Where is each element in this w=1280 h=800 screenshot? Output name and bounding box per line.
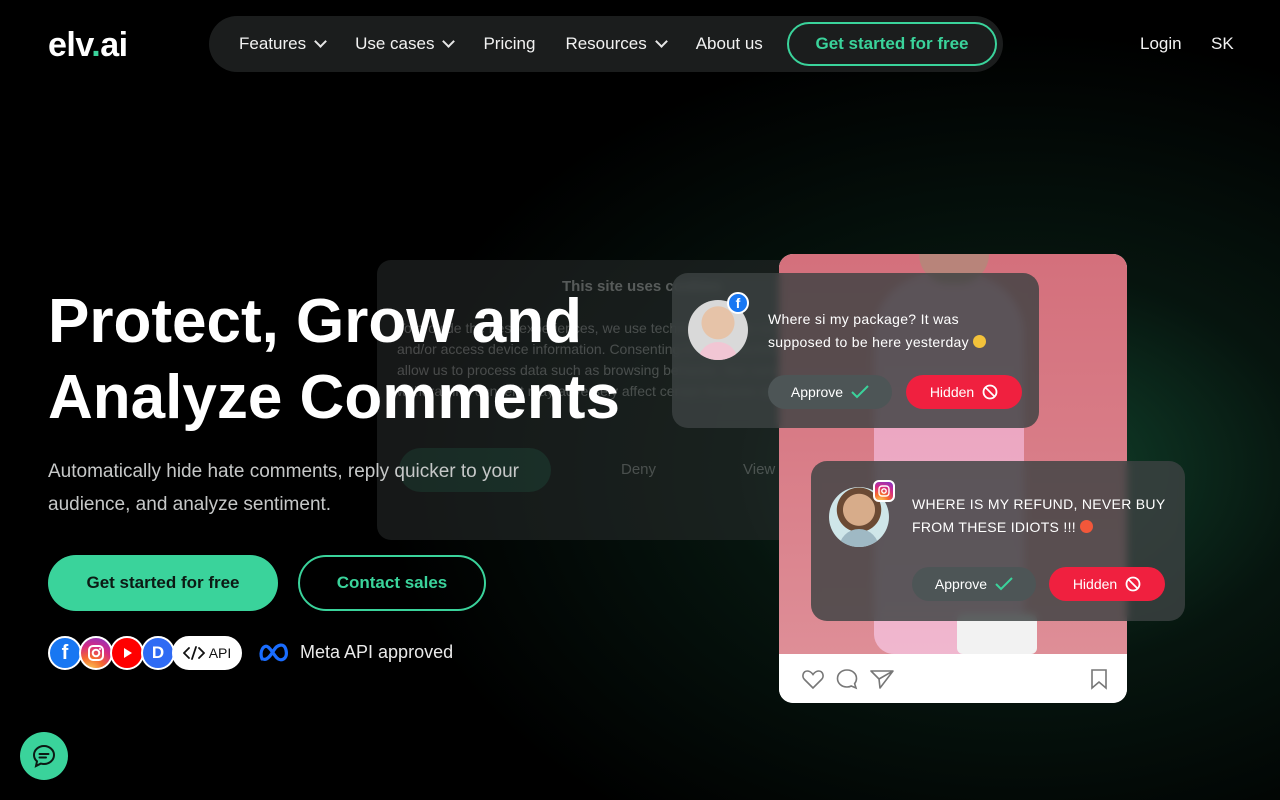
logo-text-suffix: ai: [100, 26, 128, 64]
nav-get-started-button[interactable]: Get started for free: [787, 22, 997, 66]
comment-icon[interactable]: [835, 668, 859, 690]
nav-label: Resources: [565, 34, 647, 53]
emoji-icon: [972, 335, 986, 348]
approve-label: Approve: [934, 576, 988, 592]
logo-dot: .: [91, 26, 101, 64]
nav-item-about-us[interactable]: About us: [696, 34, 763, 54]
nav-item-pricing[interactable]: Pricing: [483, 34, 535, 54]
instagram-icon: [79, 636, 113, 670]
hero-title-line2: Analyze Comments: [48, 363, 620, 432]
meta-approved-label: Meta API approved: [300, 641, 454, 662]
comment-text-content: Where si my package? It was supposed to …: [768, 311, 969, 350]
chat-widget-button[interactable]: [20, 732, 68, 780]
language-switch[interactable]: SK: [1211, 34, 1234, 54]
discord-icon: D: [141, 636, 175, 670]
hidden-label: Hidden: [929, 384, 975, 400]
approve-button[interactable]: Approve: [912, 567, 1036, 601]
facebook-icon: f: [48, 636, 82, 670]
comment-text: Where si my package? It was supposed to …: [768, 308, 1018, 354]
contact-sales-button[interactable]: Contact sales: [298, 555, 486, 611]
block-icon: [1125, 576, 1141, 592]
nav-item-features[interactable]: Features: [239, 34, 327, 54]
hero-title-line1: Protect, Grow and: [48, 287, 582, 356]
block-icon: [982, 384, 998, 400]
hero-subtitle: Automatically hide hate comments, reply …: [48, 461, 519, 515]
angry-emoji-icon: [1079, 520, 1093, 533]
comment-card: f Where si my package? It was supposed t…: [672, 273, 1039, 428]
facebook-icon: f: [727, 292, 749, 314]
hero-title: Protect, Grow and Analyze Comments: [48, 284, 688, 436]
nav-item-resources[interactable]: Resources: [565, 34, 668, 54]
chat-icon: [32, 744, 56, 768]
login-link[interactable]: Login: [1140, 34, 1182, 54]
check-icon: [851, 385, 869, 399]
hidden-button[interactable]: Hidden: [1049, 567, 1165, 601]
api-label: API: [208, 645, 232, 661]
nav-label: About us: [695, 34, 763, 53]
nav-label: Use cases: [355, 34, 435, 53]
approve-label: Approve: [790, 384, 844, 400]
meta-approved: Meta API approved: [258, 641, 453, 663]
instagram-icon: [873, 480, 895, 502]
heart-icon[interactable]: [801, 668, 825, 690]
check-icon: [995, 577, 1013, 591]
nav-label: Pricing: [483, 34, 536, 53]
comment-text-content: WHERE IS MY REFUND, NEVER BUY FROM THESE…: [912, 496, 1166, 535]
meta-logo-icon: [259, 643, 288, 662]
nav-label: Features: [239, 34, 307, 53]
platform-icons: f D API: [48, 636, 242, 670]
chevron-down-icon: [654, 35, 668, 48]
hidden-label: Hidden: [1072, 576, 1118, 592]
comment-text: WHERE IS MY REFUND, NEVER BUY FROM THESE…: [912, 493, 1172, 539]
approve-button[interactable]: Approve: [768, 375, 892, 409]
get-started-button[interactable]: Get started for free: [48, 555, 278, 611]
bookmark-icon[interactable]: [1089, 668, 1109, 690]
nav-item-use-cases[interactable]: Use cases: [355, 34, 456, 54]
api-badge: API: [172, 636, 242, 670]
post-action-bar: [779, 654, 1127, 703]
cookie-deny-button[interactable]: Deny: [621, 461, 656, 478]
logo-text: elv: [48, 26, 92, 64]
comment-card: WHERE IS MY REFUND, NEVER BUY FROM THESE…: [811, 461, 1185, 621]
youtube-icon: [110, 636, 144, 670]
hidden-button[interactable]: Hidden: [906, 375, 1022, 409]
chevron-down-icon: [442, 35, 456, 48]
chevron-down-icon: [314, 35, 327, 48]
share-icon[interactable]: [869, 668, 895, 690]
main-nav: Features Use cases Pricing Resources Abo…: [209, 16, 1003, 72]
logo[interactable]: elv.ai: [48, 26, 128, 65]
